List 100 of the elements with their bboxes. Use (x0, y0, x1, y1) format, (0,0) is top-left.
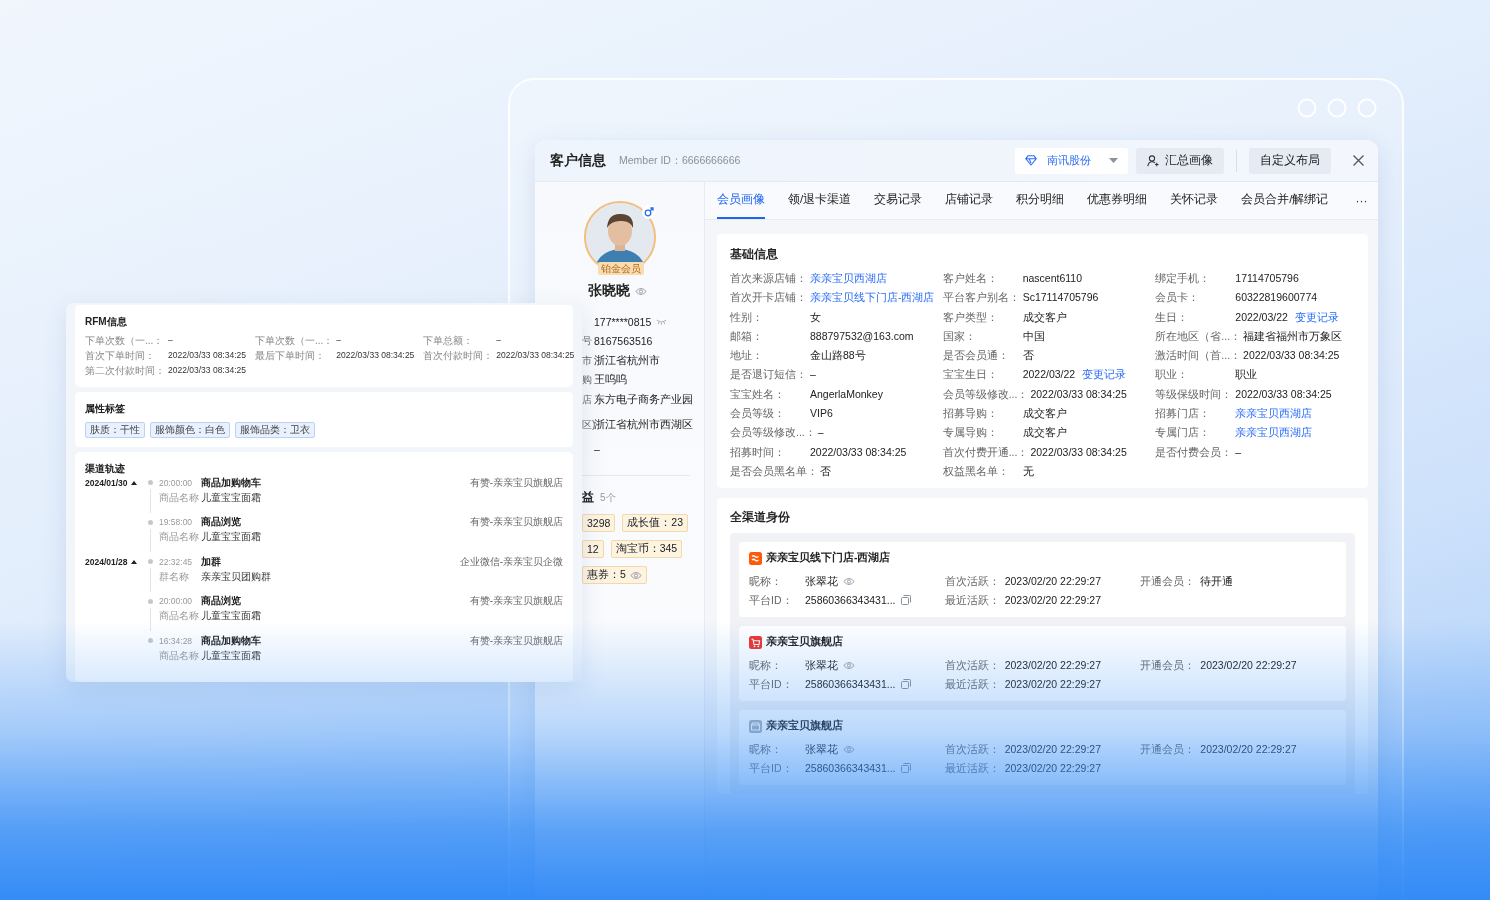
field-label: 客户姓名： (942, 272, 999, 285)
benefit-chip: 淘宝币：345 (610, 540, 683, 558)
detail-label: 群名称 (159, 569, 190, 584)
field-value: 张翠花 (805, 574, 838, 588)
field-label: 是否会员黑名单： (730, 464, 819, 478)
detail-label: 商品名称 (159, 648, 200, 663)
field-value: 2022/03/33 08:34:25 (496, 349, 575, 362)
copy-icon[interactable] (900, 595, 911, 606)
close-icon[interactable] (1353, 155, 1364, 166)
eye-icon[interactable] (843, 660, 855, 670)
history-link[interactable]: 变更记录 (1294, 310, 1339, 324)
field-label: 首次下单时间： (85, 349, 156, 363)
field-value: 中国 (1022, 329, 1045, 343)
tab[interactable]: 领/退卡渠道 (788, 182, 852, 219)
field-label: 首次来源店铺： (730, 272, 808, 285)
field-value: 2023/02/20 22:29:27 (1004, 761, 1101, 775)
field-label: 会员等级修改...： (942, 387, 1030, 401)
field-value: – (1235, 445, 1242, 459)
field-value: 成交客户 (1022, 426, 1067, 440)
tab[interactable]: 会员合并/解绑记 (1241, 182, 1329, 219)
event-title: 商品加购物车 (201, 633, 261, 648)
eye-icon[interactable] (843, 744, 855, 754)
field-value: 浙江省杭州市西湖区 (594, 417, 693, 432)
copy-icon[interactable] (900, 763, 911, 774)
store-link[interactable]: 亲亲宝贝线下门店-西湖店 (810, 291, 935, 305)
benefit-chip: 惠券：5 (582, 566, 647, 584)
field-label: 等级保级时间： (1155, 387, 1234, 401)
field-value: 25860366343431... (805, 761, 896, 775)
layout-button[interactable]: 自定义布局 (1249, 147, 1331, 174)
field-value: 成交客户 (1022, 407, 1067, 421)
field-value: 女 (810, 310, 821, 324)
section-title: 益 (582, 490, 594, 505)
tab[interactable]: 关怀记录 (1170, 182, 1219, 219)
eye-icon[interactable] (635, 286, 647, 296)
store-name: 亲亲宝贝旗舰店 (766, 635, 843, 650)
field-label: 开通会员： (1140, 742, 1196, 756)
store-link[interactable]: 亲亲宝贝西湖店 (1235, 407, 1313, 421)
event-time: 19:58:00 (159, 517, 194, 527)
tab[interactable]: 优惠券明细 (1087, 182, 1148, 219)
event-time: 16:34:28 (159, 635, 194, 646)
field-value: 2023/02/20 22:29:27 (1200, 658, 1297, 672)
field-value: 2023/02/20 22:29:27 (1004, 677, 1101, 691)
field-label: 所在地区（省...： (1155, 329, 1243, 343)
field-value: 无 (1022, 464, 1034, 478)
tab[interactable]: 积分明细 (1016, 182, 1065, 219)
field-label: 最后下单时间： (255, 349, 326, 363)
field-label: 首次付费开通...： (942, 445, 1030, 459)
field-label: 生日： (1155, 310, 1190, 324)
card-title: RFM信息 (85, 315, 128, 328)
org-select[interactable]: 南讯股份 (1015, 147, 1128, 174)
field-label: 职业： (1155, 368, 1190, 382)
tab[interactable]: 交易记录 (874, 182, 923, 219)
store-link[interactable]: 亲亲宝贝西湖店 (810, 272, 887, 285)
field-value: 2023/02/20 22:29:27 (1004, 742, 1101, 756)
cart-icon (749, 635, 762, 649)
field-value: 否 (820, 464, 831, 478)
field-value: 张翠花 (805, 742, 838, 756)
field-label: 性别： (730, 310, 764, 324)
field-value: 2022/03/22 (1022, 368, 1076, 382)
field-value: 金山路88号 (810, 349, 866, 363)
field-label: 招募门店： (1155, 407, 1212, 421)
field-label: 店 (582, 393, 592, 405)
field-label: 购 (582, 374, 592, 386)
history-link[interactable]: 变更记录 (1082, 368, 1127, 382)
store-name: 亲亲宝贝线下门店-西湖店 (766, 551, 891, 566)
field-value: – (817, 426, 824, 440)
field-value: nascent6110 (1022, 272, 1082, 285)
card-title: 渠道轨迹 (85, 462, 126, 475)
field-label: 昵称： (749, 742, 783, 756)
collapse-icon[interactable] (130, 480, 137, 485)
field-value: 2022/03/33 08:34:25 (1030, 387, 1127, 401)
more-button[interactable]: ··· (1351, 182, 1372, 219)
field-label: 是否退订短信： (730, 368, 808, 382)
field-label: 下单次数（一...： (255, 334, 334, 348)
eye-closed-icon[interactable] (656, 318, 668, 325)
detail-value: 儿童宝宝面霜 (201, 530, 261, 544)
portrait-button[interactable]: 汇总画像 (1136, 147, 1224, 174)
field-label: 权益黑名单： (942, 464, 1010, 478)
benefit-chip: 成长值：23 (622, 514, 689, 532)
event-source: 有赞-亲亲宝贝旗舰店 (469, 633, 563, 648)
eye-icon[interactable] (629, 570, 642, 580)
tab[interactable]: 店铺记录 (945, 182, 994, 219)
collapse-icon[interactable] (130, 559, 137, 564)
field-label: 下单总额： (423, 334, 475, 348)
eye-icon[interactable] (843, 576, 855, 586)
field-value: 否 (1022, 349, 1034, 363)
event-title: 商品浏览 (201, 594, 241, 608)
store-logo-icon (749, 551, 762, 565)
tab[interactable]: 会员画像 (717, 182, 765, 219)
field-label: 首次活跃： (944, 574, 1000, 588)
copy-icon[interactable] (900, 679, 911, 690)
field-value: VIP6 (810, 407, 833, 421)
track-date: 2024/01/28 (85, 556, 128, 567)
person-icon (1147, 154, 1159, 167)
store-link[interactable]: 亲亲宝贝西湖店 (1235, 426, 1313, 440)
field-value: AngerlaMonkey (810, 387, 883, 401)
field-label: 邮箱： (730, 329, 764, 343)
field-label: 平台ID： (749, 677, 794, 691)
field-value: 2023/02/20 22:29:27 (1004, 593, 1101, 607)
event-time: 22:32:45 (159, 556, 194, 567)
